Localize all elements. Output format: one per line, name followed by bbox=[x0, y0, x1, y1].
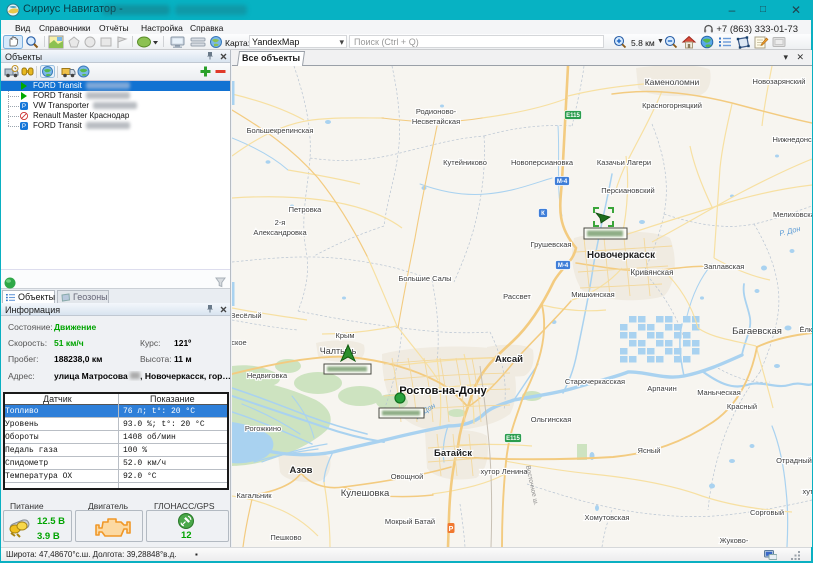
svg-text:Несветайская: Несветайская bbox=[412, 117, 460, 126]
svg-text:Нижнедонская: Нижнедонская bbox=[773, 135, 812, 144]
svg-text:Кагальник: Кагальник bbox=[236, 491, 272, 500]
svg-text:Жуково-: Жуково- bbox=[720, 536, 749, 545]
svg-text:М-4: М-4 bbox=[557, 179, 568, 185]
svg-text:Ёлкин: Ёлкин bbox=[800, 325, 813, 334]
svg-text:Новоперсиановка: Новоперсиановка bbox=[511, 158, 574, 167]
svg-text:Азов: Азов bbox=[290, 465, 313, 476]
svg-text:Кулешовка: Кулешовка bbox=[341, 488, 390, 499]
svg-text:Аксай: Аксай bbox=[495, 354, 523, 365]
svg-text:Пешково: Пешково bbox=[270, 533, 301, 542]
svg-text:хут: хут bbox=[803, 487, 812, 496]
svg-text:Батайск: Батайск bbox=[434, 448, 472, 459]
svg-text:Маныческая: Маныческая bbox=[697, 388, 741, 397]
svg-text:Александровка: Александровка bbox=[253, 228, 307, 237]
svg-text:Рассвет: Рассвет bbox=[503, 292, 531, 301]
svg-text:Старочеркасская: Старочеркасская bbox=[565, 377, 625, 386]
svg-text:Багаевская: Багаевская bbox=[732, 326, 782, 337]
svg-text:Хомутовская: Хомутовская bbox=[585, 513, 630, 522]
svg-text:Мишкинская: Мишкинская bbox=[571, 290, 615, 299]
svg-text:Персиановский: Персиановский bbox=[601, 186, 654, 195]
svg-text:Грушевская: Грушевская bbox=[531, 240, 572, 249]
svg-text:Ясный: Ясный bbox=[638, 446, 661, 455]
svg-text:Ростов-на-Дону: Ростов-на-Дону bbox=[399, 385, 487, 397]
svg-text:P: P bbox=[22, 103, 26, 110]
svg-text:Сорговый: Сорговый bbox=[750, 508, 784, 517]
svg-text:Большекрепинская: Большекрепинская bbox=[247, 126, 314, 135]
svg-text:Новозарянский: Новозарянский bbox=[753, 77, 806, 86]
svg-text:Отрадный: Отрадный bbox=[776, 456, 812, 465]
svg-text:Родионово-: Родионово- bbox=[416, 107, 457, 116]
svg-text:P: P bbox=[22, 123, 26, 130]
svg-text:Овощной: Овощной bbox=[391, 472, 424, 481]
svg-text:Каменоломни: Каменоломни bbox=[645, 77, 700, 87]
svg-text:Рогожкино: Рогожкино bbox=[245, 424, 281, 433]
svg-text:Кутейниково: Кутейниково bbox=[443, 158, 487, 167]
svg-text:Красногорняцкий: Красногорняцкий bbox=[642, 101, 702, 110]
svg-text:К: К bbox=[541, 211, 545, 217]
svg-text:Новочеркасск: Новочеркасск bbox=[587, 250, 655, 261]
svg-text:2-я: 2-я bbox=[275, 218, 286, 227]
svg-text:Арпачин: Арпачин bbox=[647, 384, 676, 393]
svg-text:Крым: Крым bbox=[335, 331, 354, 340]
svg-text:Недвиговка: Недвиговка bbox=[247, 371, 288, 380]
svg-text:Мелиховская: Мелиховская bbox=[773, 210, 812, 219]
svg-text:М-4: М-4 bbox=[558, 263, 569, 269]
svg-text:Красный: Красный bbox=[727, 402, 757, 411]
svg-text:Кривянская: Кривянская bbox=[631, 268, 674, 277]
svg-text:хутор Ленина: хутор Ленина bbox=[480, 467, 528, 476]
svg-text:Весёлый: Весёлый bbox=[232, 311, 262, 320]
svg-text:Большие Салы: Большие Салы bbox=[398, 274, 451, 283]
svg-text:P: P bbox=[449, 526, 454, 533]
svg-text:Казачьи Лагери: Казачьи Лагери bbox=[597, 158, 651, 167]
svg-text:E115: E115 bbox=[506, 436, 520, 442]
svg-text:Заплавская: Заплавская bbox=[704, 262, 745, 271]
svg-text:Мокрый Батай: Мокрый Батай bbox=[385, 517, 435, 526]
svg-text:Петровка: Петровка bbox=[289, 205, 323, 214]
svg-text:E115: E115 bbox=[566, 113, 580, 119]
svg-text:ское: ское bbox=[232, 338, 247, 347]
svg-text:Ольгинская: Ольгинская bbox=[531, 415, 572, 424]
